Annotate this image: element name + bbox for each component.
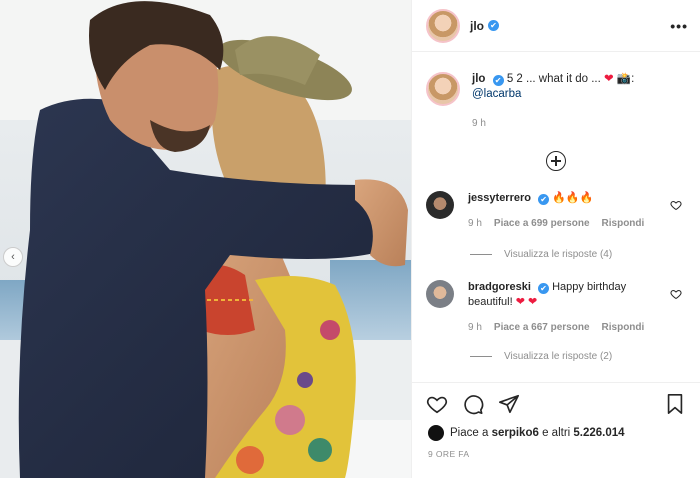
caption: jlo ✔ 5 2 ... what it do ... ❤ 📸: @lacar… — [412, 52, 700, 131]
comment-item: jessyterrero ✔ 🔥🔥🔥 9 h Piace a 699 perso… — [412, 191, 700, 231]
reply-button[interactable]: Rispondi — [602, 320, 645, 335]
caption-time[interactable]: 9 h — [472, 116, 686, 131]
heart-icon[interactable] — [426, 393, 448, 415]
mention-link[interactable]: @lacarba — [472, 88, 521, 100]
post-username[interactable]: jlo — [470, 19, 484, 33]
heart-icon[interactable] — [670, 199, 682, 211]
verified-icon: ✔ — [488, 20, 499, 31]
post-image — [0, 0, 411, 478]
avatar[interactable] — [428, 425, 444, 441]
avatar[interactable] — [426, 191, 454, 219]
camera-emoji: 📸 — [616, 73, 632, 85]
likes-count[interactable]: 5.226.014 — [573, 427, 624, 439]
caption-username[interactable]: jlo — [472, 73, 485, 85]
comment-likes[interactable]: Piace a 667 persone — [494, 320, 590, 335]
post-photo[interactable]: ‹ — [0, 0, 411, 478]
verified-icon: ✔ — [492, 75, 504, 86]
view-replies-label[interactable]: Visualizza le risposte (4) — [504, 249, 612, 260]
avatar[interactable] — [426, 280, 454, 308]
comment-username[interactable]: bradgoreski — [468, 281, 531, 293]
post-side-panel: jlo ✔ ••• jlo ✔ 5 2 ... what it do ... ❤… — [411, 0, 700, 478]
comment-item: bradgoreski ✔ Happy birthday beautiful! … — [412, 280, 700, 335]
share-icon[interactable] — [498, 393, 520, 415]
reply-button[interactable]: Rispondi — [602, 216, 645, 231]
save-icon[interactable] — [664, 393, 686, 415]
likes-user[interactable]: serpiko6 — [492, 427, 539, 439]
likes-summary: Piace a serpiko6 e altri 5.226.014 — [412, 415, 700, 441]
post-header: jlo ✔ ••• — [412, 0, 700, 52]
divider — [470, 254, 492, 255]
verified-icon: ✔ — [538, 194, 550, 205]
avatar[interactable] — [426, 8, 460, 43]
comment-icon[interactable] — [462, 393, 484, 415]
comment-likes[interactable]: Piace a 699 persone — [494, 216, 590, 231]
caption-text: 5 2 ... what it do ... — [506, 73, 601, 85]
comment-username[interactable]: jessyterrero — [468, 192, 531, 204]
load-more-button[interactable] — [412, 151, 700, 171]
heart-emoji: ❤ — [604, 73, 614, 85]
view-replies-button[interactable]: Visualizza le risposte (4) — [412, 249, 700, 260]
more-icon[interactable]: ••• — [670, 18, 688, 34]
post-actions: Piace a serpiko6 e altri 5.226.014 9 ORE… — [412, 382, 700, 478]
view-replies-label[interactable]: Visualizza le risposte (2) — [504, 351, 612, 362]
post-time[interactable]: 9 ORE FA — [412, 441, 700, 459]
comment-text: 🔥🔥🔥 — [552, 192, 594, 204]
comments-list[interactable]: jlo ✔ 5 2 ... what it do ... ❤ 📸: @lacar… — [412, 52, 700, 382]
view-replies-button[interactable]: Visualizza le risposte (2) — [412, 351, 700, 362]
heart-emoji: ❤ ❤ — [515, 296, 538, 308]
comment-time[interactable]: 9 h — [468, 320, 482, 335]
avatar[interactable] — [426, 72, 460, 106]
likes-mid: e altri — [542, 427, 571, 439]
likes-prefix: Piace a — [450, 427, 489, 439]
verified-icon: ✔ — [538, 283, 550, 294]
comment-time[interactable]: 9 h — [468, 216, 482, 231]
add-circle-icon[interactable] — [546, 151, 566, 171]
heart-icon[interactable] — [670, 288, 682, 300]
divider — [470, 356, 492, 357]
chevron-left-icon[interactable]: ‹ — [3, 247, 23, 267]
